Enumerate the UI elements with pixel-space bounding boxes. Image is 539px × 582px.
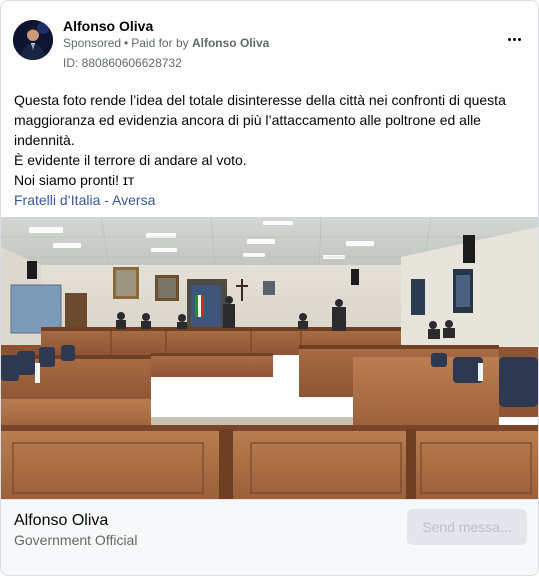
meta-separator: • [124, 36, 129, 50]
author-name[interactable]: Alfonso Oliva [63, 17, 153, 35]
post-text-line: È evidente il terrore di andare al voto. [14, 152, 247, 168]
ad-card: Alfonso Oliva Sponsored • Paid for by Alfo… [0, 0, 539, 576]
paid-for-name[interactable]: Alfonso Oliva [192, 36, 269, 50]
ad-id: ID: 880860606628732 [63, 56, 182, 70]
post-header: Alfonso Oliva Sponsored • Paid for by Alfo… [13, 17, 526, 71]
avatar[interactable] [13, 20, 53, 60]
sponsored-meta: Sponsored • Paid for by Alfonso Oliva [63, 35, 269, 51]
post-text-line: Questa foto rende l’idea del totale disi… [14, 92, 506, 148]
send-message-button[interactable]: Send messa... [407, 509, 527, 545]
paid-for-prefix: Paid for by [131, 36, 189, 50]
avatar-image [13, 20, 53, 60]
council-chamber-photo [1, 217, 538, 499]
post-text-line: Noi siamo pronti! ɪᴛ [14, 172, 135, 188]
sponsored-label: Sponsored [63, 36, 122, 50]
page-link[interactable]: Fratelli d’Italia - Aversa [14, 192, 155, 208]
post-image[interactable] [1, 217, 538, 499]
more-horizontal-icon[interactable] [502, 31, 526, 47]
footer-title[interactable]: Alfonso Oliva [14, 511, 108, 531]
post-text: Questa foto rende l’idea del totale disi… [14, 90, 526, 210]
cta-footer: Alfonso Oliva Government Official Send m… [1, 499, 538, 575]
footer-subtitle: Government Official [14, 532, 138, 548]
